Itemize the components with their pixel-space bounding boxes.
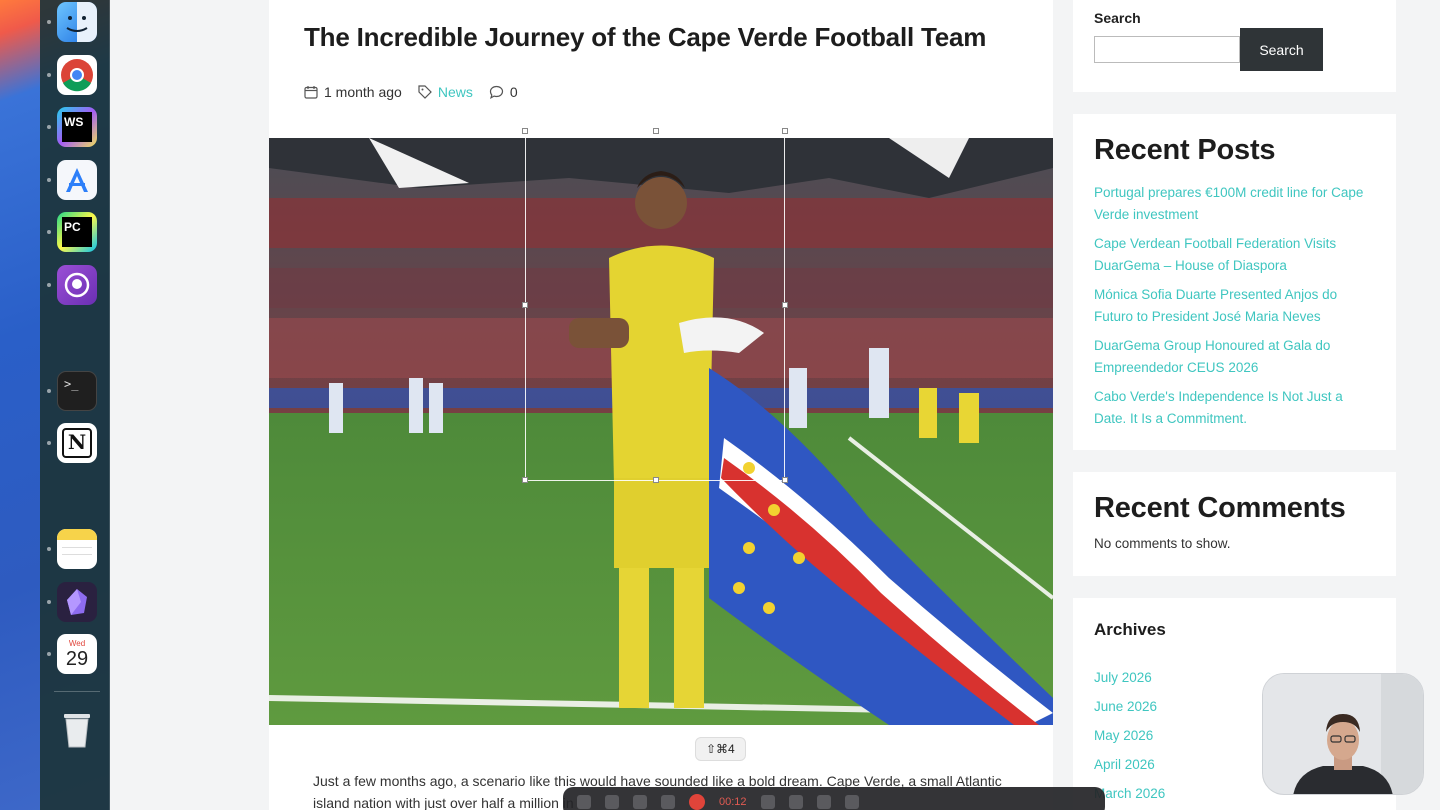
screenshot-selection-box[interactable]	[522, 128, 788, 483]
restart-icon[interactable]	[788, 795, 803, 809]
recent-comments-widget: Recent Comments No comments to show.	[1073, 472, 1396, 576]
pause-icon[interactable]	[760, 795, 775, 809]
search-input[interactable]	[1094, 36, 1240, 63]
pycharm-icon[interactable]: PC	[57, 212, 97, 252]
shortcut-hint: ⇧⌘4	[695, 737, 746, 761]
webcam-overlay[interactable]	[1262, 673, 1424, 795]
recent-posts-widget: Recent Posts Portugal prepares €100M cre…	[1073, 114, 1396, 450]
article: The Incredible Journey of the Cape Verde…	[269, 0, 1053, 810]
article-category-link[interactable]: News	[438, 84, 473, 100]
calendar-icon[interactable]: Wed 29	[57, 634, 97, 674]
calendar-icon	[304, 85, 318, 99]
trash-icon[interactable]	[57, 710, 97, 750]
obsidian-icon[interactable]	[57, 582, 97, 622]
recent-posts-heading: Recent Posts	[1094, 134, 1276, 166]
recent-post-link[interactable]: Mónica Sofia Duarte Presented Anjos do F…	[1094, 284, 1364, 328]
selection-handle[interactable]	[782, 128, 788, 134]
camera-icon[interactable]	[633, 795, 647, 809]
no-comments-text: No comments to show.	[1094, 536, 1231, 551]
recent-post-link[interactable]: DuarGema Group Honoured at Gala do Empre…	[1094, 335, 1364, 379]
archive-link[interactable]: April 2026	[1094, 757, 1155, 772]
recent-comments-heading: Recent Comments	[1094, 492, 1346, 524]
search-widget: Search Search	[1073, 0, 1396, 92]
search-button[interactable]: Search	[1240, 28, 1323, 71]
recent-post-link[interactable]: Cape Verdean Football Federation Visits …	[1094, 233, 1364, 277]
delete-icon[interactable]	[816, 795, 831, 809]
calendar-day: 29	[65, 647, 89, 670]
archives-heading: Archives	[1094, 620, 1166, 639]
webstorm-icon[interactable]: WS	[57, 107, 97, 147]
draw-icon[interactable]	[844, 795, 859, 809]
selection-handle[interactable]	[782, 477, 788, 483]
selection-handle[interactable]	[522, 477, 528, 483]
mic-icon[interactable]	[661, 795, 675, 809]
calendar-day-label: Wed	[68, 638, 86, 648]
finder-icon[interactable]	[57, 2, 97, 42]
notion-icon[interactable]: N	[57, 423, 97, 463]
drag-handle-icon[interactable]	[577, 795, 591, 809]
search-label: Search	[1094, 10, 1141, 26]
recent-post-link[interactable]: Cabo Verde's Independence Is Not Just a …	[1094, 386, 1364, 430]
selection-handle[interactable]	[522, 302, 528, 308]
selection-handle[interactable]	[653, 477, 659, 483]
selection-handle[interactable]	[782, 302, 788, 308]
article-title[interactable]: The Incredible Journey of the Cape Verde…	[304, 22, 986, 53]
archive-link[interactable]: May 2026	[1094, 728, 1153, 743]
archive-link[interactable]: July 2026	[1094, 670, 1152, 685]
stop-recording-icon[interactable]	[689, 794, 705, 810]
recording-toolbar: 00:12	[563, 787, 1105, 810]
article-meta: 1 month ago News 0	[304, 84, 518, 100]
dock-separator	[54, 691, 100, 692]
terminal-icon[interactable]: >_	[57, 371, 97, 411]
selection-handle[interactable]	[653, 128, 659, 134]
github-desktop-icon[interactable]	[57, 265, 97, 305]
selection-handle[interactable]	[522, 128, 528, 134]
notes-icon[interactable]	[57, 529, 97, 569]
tag-icon	[418, 85, 432, 99]
chrome-icon[interactable]	[57, 55, 97, 95]
archive-link[interactable]: June 2026	[1094, 699, 1157, 714]
xcode-instruments-icon[interactable]	[57, 160, 97, 200]
article-comment-count[interactable]: 0	[510, 84, 518, 100]
article-date: 1 month ago	[324, 84, 402, 100]
browser-page: The Incredible Journey of the Cape Verde…	[110, 0, 1440, 810]
comment-icon	[489, 85, 504, 99]
dock: WS PC >_ N Wed 29	[40, 0, 110, 810]
recording-timer: 00:12	[719, 796, 747, 808]
window-icon[interactable]	[605, 795, 619, 809]
recent-post-link[interactable]: Portugal prepares €100M credit line for …	[1094, 182, 1364, 226]
